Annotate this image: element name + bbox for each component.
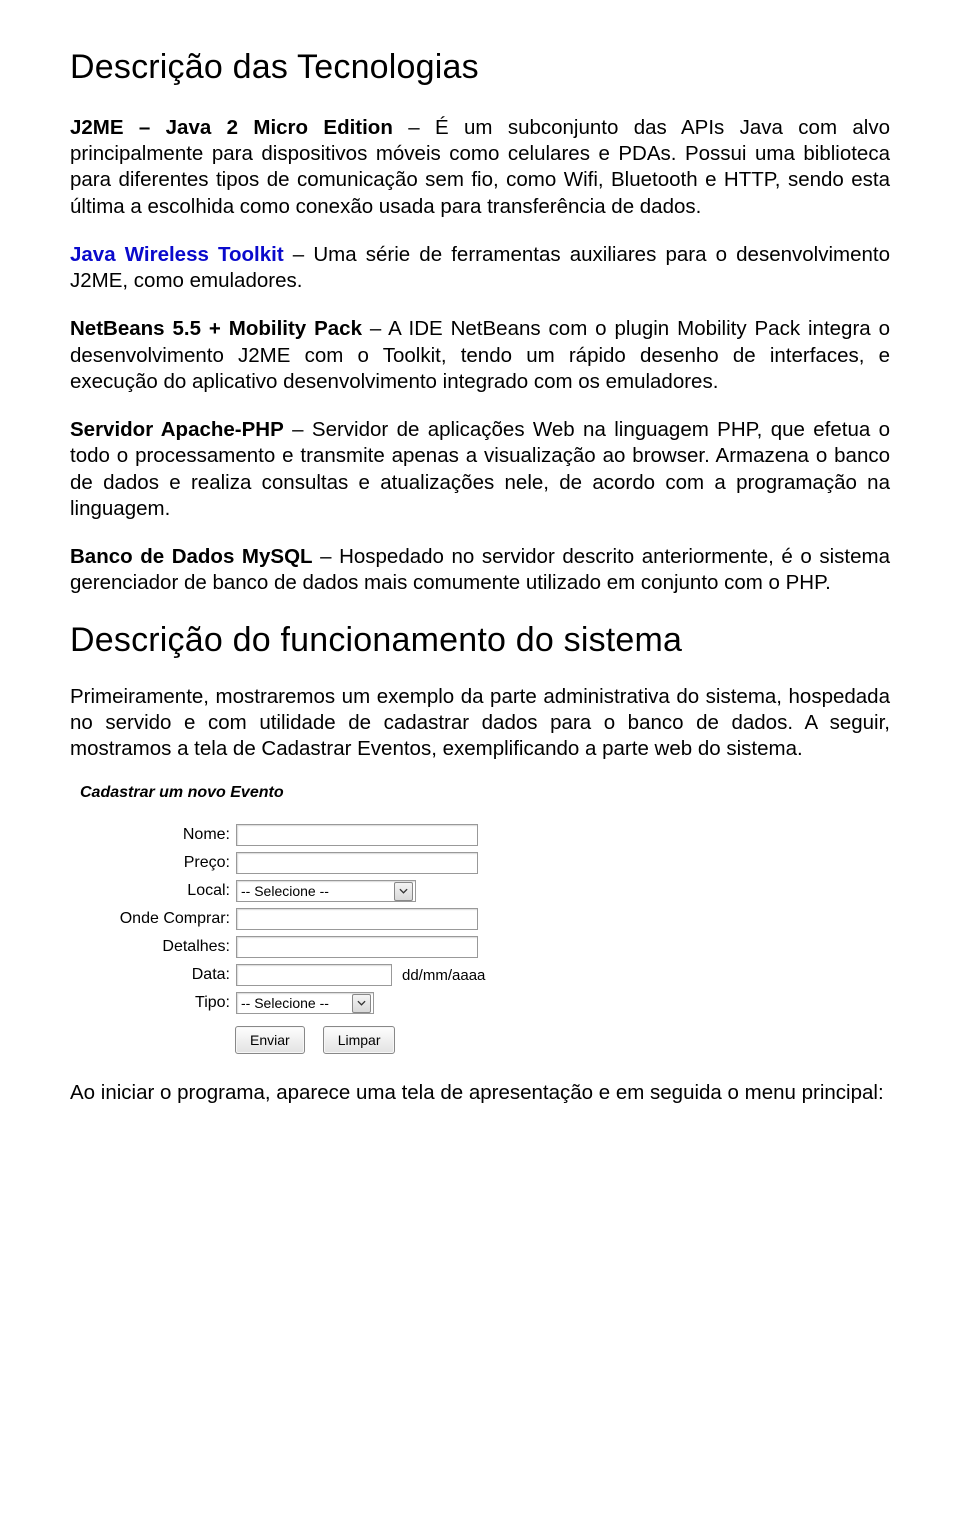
term-j2me: J2ME – Java 2 Micro Edition [70,116,393,139]
select-tipo-value: -- Selecione -- [241,995,348,1011]
paragraph-intro-system: Primeiramente, mostraremos um exemplo da… [70,684,890,763]
paragraph-mysql: Banco de Dados MySQL – Hospedado no serv… [70,544,890,596]
heading-system: Descrição do funcionamento do sistema [70,621,890,660]
input-preco[interactable] [236,852,478,874]
label-local: Local: [80,882,236,900]
select-tipo[interactable]: -- Selecione -- [236,992,374,1014]
term-wireless-toolkit: Java Wireless Toolkit [70,243,284,266]
paragraph-netbeans: NetBeans 5.5 + Mobility Pack – A IDE Net… [70,316,890,395]
label-nome: Nome: [80,826,236,844]
paragraph-apache: Servidor Apache-PHP – Servidor de aplica… [70,417,890,522]
paragraph-start-program: Ao iniciar o programa, aparece uma tela … [70,1080,890,1106]
input-data[interactable] [236,964,392,986]
label-tipo: Tipo: [80,994,236,1012]
label-onde: Onde Comprar: [80,910,236,928]
label-data: Data: [80,966,236,984]
chevron-down-icon [352,994,371,1013]
label-preco: Preço: [80,854,236,872]
form-title: Cadastrar um novo Evento [80,784,600,802]
input-nome[interactable] [236,824,478,846]
label-detalhes: Detalhes: [80,938,236,956]
select-local[interactable]: -- Selecione -- [236,880,416,902]
form-cadastrar-evento: Cadastrar um novo Evento Nome: Preço: Lo… [80,784,600,1054]
term-apache: Servidor Apache-PHP [70,418,284,441]
term-mysql: Banco de Dados MySQL [70,545,313,568]
button-limpar[interactable]: Limpar [323,1026,396,1054]
input-onde[interactable] [236,908,478,930]
select-local-value: -- Selecione -- [241,883,390,899]
paragraph-wireless-toolkit: Java Wireless Toolkit – Uma série de fer… [70,242,890,294]
paragraph-j2me: J2ME – Java 2 Micro Edition – É um subco… [70,115,890,220]
button-enviar[interactable]: Enviar [235,1026,305,1054]
heading-tech: Descrição das Tecnologias [70,48,890,87]
chevron-down-icon [394,882,413,901]
hint-data-format: dd/mm/aaaa [402,967,485,984]
term-netbeans: NetBeans 5.5 + Mobility Pack [70,317,362,340]
input-detalhes[interactable] [236,936,478,958]
